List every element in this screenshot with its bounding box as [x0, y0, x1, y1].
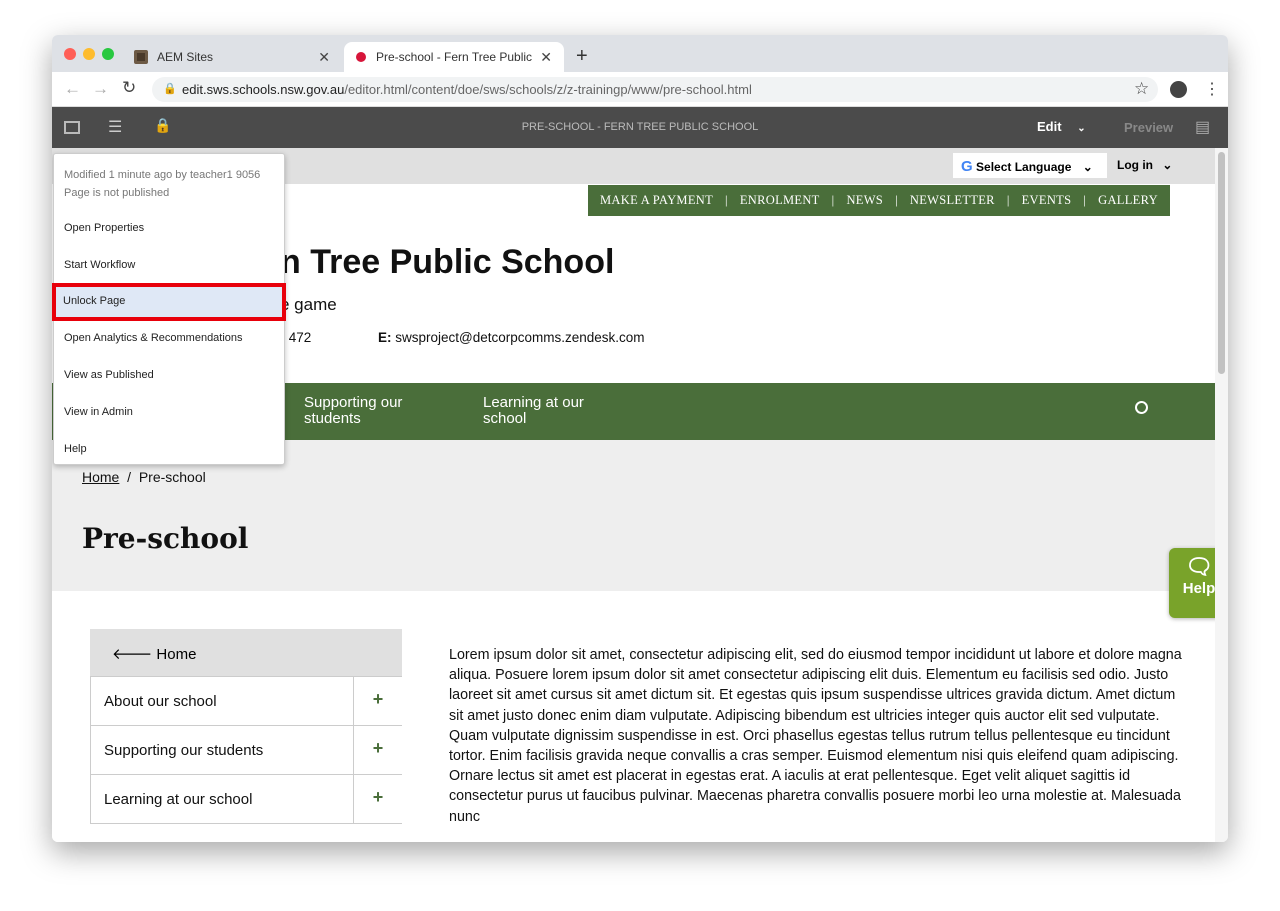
close-tab-icon[interactable]: ✕: [540, 49, 552, 66]
arrow-left-icon: 🡐: [112, 646, 153, 663]
edit-mode-dropdown[interactable]: Edit ⌄: [1037, 119, 1086, 134]
menu-open-properties[interactable]: Open Properties: [54, 211, 284, 247]
back-icon[interactable]: ←: [64, 79, 81, 99]
nav-make-a-payment[interactable]: MAKE A PAYMENT: [600, 193, 713, 208]
side-nav-home[interactable]: 🡐 Home: [90, 629, 402, 677]
scrollbar[interactable]: [1215, 148, 1228, 842]
side-nav-item[interactable]: Supporting our students +: [90, 726, 402, 775]
profile-icon[interactable]: [1170, 81, 1187, 98]
side-nav-item[interactable]: About our school +: [90, 677, 402, 726]
nav-supporting-our-students[interactable]: Supporting our students: [304, 395, 434, 427]
tab-pre-school[interactable]: Pre-school - Fern Tree Public S ✕: [344, 42, 564, 72]
modified-info: Modified 1 minute ago by teacher1 9056: [64, 169, 261, 181]
close-window-button[interactable]: [64, 48, 76, 60]
bookmark-star-icon[interactable]: ☆: [1134, 79, 1149, 99]
page-title: Pre-school: [82, 522, 249, 555]
login-dropdown[interactable]: Log in ⌄: [1117, 158, 1172, 172]
page-info-menu: Modified 1 minute ago by teacher1 9056 Pa…: [52, 153, 286, 468]
aem-icon: [134, 50, 148, 64]
maximize-window-button[interactable]: [102, 48, 114, 60]
nav-news[interactable]: NEWS: [846, 193, 883, 208]
menu-view-as-published[interactable]: View as Published: [54, 358, 284, 394]
reload-icon[interactable]: ↻: [122, 78, 136, 98]
nsw-logo-icon: [356, 52, 366, 62]
side-nav-item[interactable]: Learning at our school +: [90, 775, 402, 824]
close-tab-icon[interactable]: ✕: [318, 49, 330, 66]
menu-help[interactable]: Help: [54, 432, 284, 468]
school-name: n Tree Public School: [280, 243, 615, 281]
new-tab-button[interactable]: +: [576, 45, 588, 68]
side-nav: 🡐 Home About our school + Supporting our …: [90, 629, 402, 824]
chat-icon: 🗨: [1185, 554, 1213, 579]
menu-start-workflow[interactable]: Start Workflow: [54, 248, 284, 284]
nav-enrolment[interactable]: ENROLMENT: [740, 193, 820, 208]
school-motto: e game: [280, 295, 337, 314]
expand-plus-icon[interactable]: +: [353, 775, 402, 823]
nav-learning-at-our-school[interactable]: Learning at our school: [483, 395, 613, 427]
address-bar: ← → ↻ 🔒 edit.sws.schools.nsw.gov.au/edit…: [52, 72, 1228, 107]
language-select[interactable]: G Select Language ⌄: [953, 153, 1107, 178]
url-input[interactable]: 🔒 edit.sws.schools.nsw.gov.au/editor.htm…: [152, 77, 1158, 102]
lock-icon: 🔒: [163, 83, 177, 95]
expand-plus-icon[interactable]: +: [353, 726, 402, 774]
search-icon[interactable]: [1135, 401, 1148, 414]
preview-button[interactable]: Preview: [1124, 120, 1173, 135]
nav-newsletter[interactable]: NEWSLETTER: [910, 193, 995, 208]
breadcrumb: Home / Pre-school: [82, 469, 206, 485]
tab-bar: AEM Sites ✕ Pre-school - Fern Tree Public…: [52, 35, 1228, 72]
email[interactable]: E: swsproject@detcorpcomms.zendesk.com: [378, 330, 645, 345]
nav-gallery[interactable]: GALLERY: [1098, 193, 1158, 208]
breadcrumb-home[interactable]: Home: [82, 469, 119, 485]
forward-icon[interactable]: →: [92, 79, 109, 99]
menu-view-in-admin[interactable]: View in Admin: [54, 395, 284, 431]
expand-plus-icon[interactable]: +: [353, 677, 402, 725]
annotations-icon[interactable]: ▤: [1195, 117, 1210, 137]
menu-open-analytics[interactable]: Open Analytics & Recommendations: [54, 321, 284, 357]
more-icon[interactable]: ⋮: [1204, 79, 1220, 99]
help-button[interactable]: 🗨 Help: [1169, 548, 1215, 618]
minimize-window-button[interactable]: [83, 48, 95, 60]
nav-events[interactable]: EVENTS: [1022, 193, 1072, 208]
browser-window: AEM Sites ✕ Pre-school - Fern Tree Public…: [52, 35, 1228, 842]
publish-status: Page is not published: [64, 187, 170, 199]
aem-editor-toolbar: ☰ 🔒 PRE-SCHOOL - FERN TREE PUBLIC SCHOOL…: [52, 107, 1228, 148]
body-text: Lorem ipsum dolor sit amet, consectetur …: [449, 647, 1182, 825]
menu-unlock-page[interactable]: Unlock Page: [52, 283, 286, 321]
page-content: G Select Language ⌄ Log in ⌄ MAKE A PAYM…: [52, 148, 1215, 842]
utility-nav: MAKE A PAYMENT | ENROLMENT | NEWS | NEWSLET…: [588, 185, 1170, 216]
tab-aem-sites[interactable]: AEM Sites ✕: [122, 42, 342, 72]
